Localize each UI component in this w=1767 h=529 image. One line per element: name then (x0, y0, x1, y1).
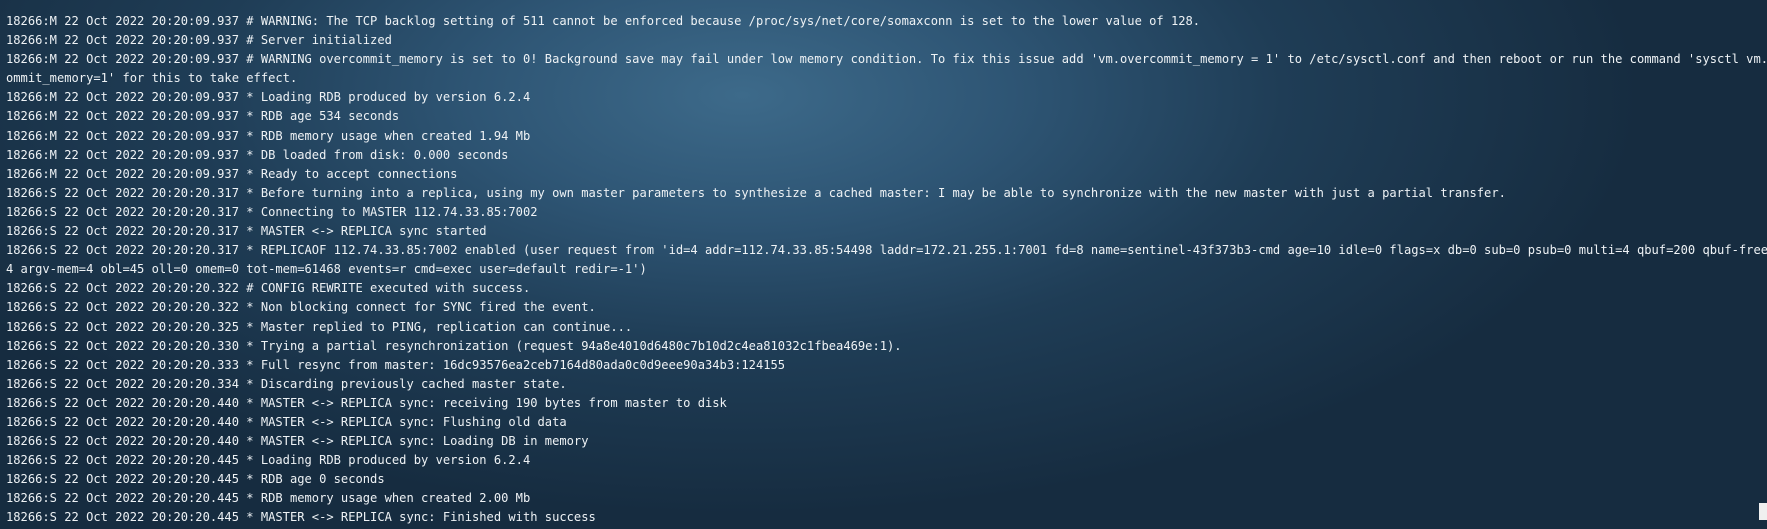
terminal-window[interactable]: 18266:M 22 Oct 2022 20:20:09.937 # WARNI… (0, 0, 1767, 529)
log-line: 18266:M 22 Oct 2022 20:20:09.937 * RDB a… (6, 109, 400, 124)
log-line: 18266:S 22 Oct 2022 20:20:20.445 * RDB a… (6, 472, 385, 487)
log-line: 18266:S 22 Oct 2022 20:20:20.317 * MASTE… (6, 224, 487, 239)
log-line: 18266:S 22 Oct 2022 20:20:20.440 * MASTE… (6, 434, 589, 449)
log-line: 18266:S 22 Oct 2022 20:20:20.440 * MASTE… (6, 395, 727, 410)
log-line: 18266:S 22 Oct 2022 20:20:20.322 * Non b… (6, 300, 596, 315)
log-line: ommit_memory=1' for this to take effect. (6, 71, 298, 86)
log-line: 4 argv-mem=4 obl=45 oll=0 omem=0 tot-mem… (6, 262, 647, 277)
log-line: 18266:S 22 Oct 2022 20:20:20.445 * MASTE… (6, 510, 596, 525)
log-line: 18266:M 22 Oct 2022 20:20:09.937 # WARNI… (6, 14, 1201, 28)
log-line: 18266:M 22 Oct 2022 20:20:09.937 * Loadi… (6, 90, 531, 105)
log-line: 18266:M 22 Oct 2022 20:20:09.937 * RDB m… (6, 128, 531, 143)
log-line: 18266:S 22 Oct 2022 20:20:20.322 # CONFI… (6, 281, 531, 296)
log-line: 18266:S 22 Oct 2022 20:20:20.325 * Maste… (6, 319, 633, 334)
log-line: 18266:S 22 Oct 2022 20:20:20.445 * Loadi… (6, 453, 531, 468)
log-line: 18266:M 22 Oct 2022 20:20:09.937 * Ready… (6, 166, 458, 181)
log-line: 18266:M 22 Oct 2022 20:20:09.937 * DB lo… (6, 147, 509, 162)
log-line: 18266:S 22 Oct 2022 20:20:20.333 * Full … (6, 357, 786, 372)
log-line: 18266:S 22 Oct 2022 20:20:20.445 * RDB m… (6, 491, 531, 506)
log-output: 18266:M 22 Oct 2022 20:20:09.937 # WARNI… (6, 12, 1767, 528)
log-line: 18266:S 22 Oct 2022 20:20:20.330 * Tryin… (6, 338, 902, 353)
log-line: 18266:M 22 Oct 2022 20:20:09.937 # Serve… (6, 33, 392, 48)
log-line: 18266:S 22 Oct 2022 20:20:20.317 * Conne… (6, 204, 538, 219)
log-line: 18266:S 22 Oct 2022 20:20:20.317 * Befor… (6, 185, 1506, 200)
log-line: 18266:S 22 Oct 2022 20:20:20.334 * Disca… (6, 376, 567, 391)
log-line: 18266:S 22 Oct 2022 20:20:20.440 * MASTE… (6, 414, 567, 429)
log-line: 18266:M 22 Oct 2022 20:20:09.937 # WARNI… (6, 52, 1767, 67)
log-line: 18266:S 22 Oct 2022 20:20:20.317 * REPLI… (6, 243, 1767, 258)
text-cursor (1759, 503, 1767, 520)
